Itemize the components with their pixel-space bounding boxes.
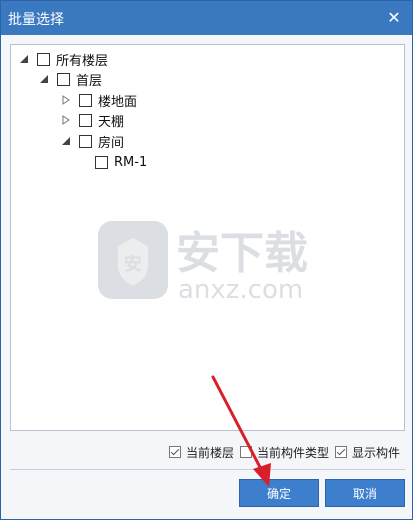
option-checkbox[interactable] — [335, 446, 347, 458]
tree-node-all-floors[interactable]: 所有楼层 — [19, 50, 109, 69]
option-current-component-type[interactable]: 当前构件类型 — [240, 444, 329, 460]
watermark-badge-char: 安 — [124, 253, 142, 275]
collapse-arrow-icon[interactable] — [61, 136, 71, 146]
tree-checkbox[interactable] — [79, 134, 92, 148]
title-bar: 批量选择 ✕ — [1, 1, 412, 35]
tree-checkbox[interactable] — [95, 155, 108, 169]
tree-node-label: 天棚 — [98, 114, 125, 130]
tree-node-rm-1[interactable]: RM-1 — [95, 153, 147, 171]
options-bar: 当前楼层 当前构件类型 显示构件 — [1, 439, 412, 469]
ok-button[interactable]: 确定 — [239, 479, 319, 507]
tree-node-room[interactable]: 房间 — [61, 132, 125, 151]
option-current-floor[interactable]: 当前楼层 — [169, 444, 234, 460]
tree-node-ceiling[interactable]: 天棚 — [61, 111, 125, 130]
watermark-sub-text: anxz.com — [178, 275, 303, 305]
tree-node-floor-surface[interactable]: 楼地面 — [61, 91, 138, 110]
batch-select-dialog: 批量选择 ✕ 所有楼层 首层 楼地面 天棚 房间 RM-1 安 安下载 anxz… — [0, 0, 413, 520]
tree-node-first-floor[interactable]: 首层 — [39, 70, 103, 89]
tree-checkbox[interactable] — [79, 93, 92, 107]
tree-checkbox[interactable] — [79, 113, 92, 127]
dialog-title: 批量选择 — [8, 12, 64, 28]
expand-arrow-icon[interactable] — [61, 115, 71, 125]
tree-node-label: 房间 — [98, 135, 125, 151]
cancel-button[interactable]: 取消 — [325, 479, 405, 507]
tree-checkbox[interactable] — [57, 72, 70, 86]
collapse-arrow-icon[interactable] — [39, 74, 49, 84]
tree-node-label: 首层 — [76, 73, 103, 89]
expand-arrow-icon[interactable] — [61, 95, 71, 105]
watermark-logo: 安 安下载 anxz.com — [98, 221, 308, 305]
tree-checkbox[interactable] — [37, 52, 50, 66]
option-checkbox[interactable] — [240, 446, 252, 458]
option-show-components[interactable]: 显示构件 — [335, 444, 400, 460]
tree-node-label: RM-1 — [114, 154, 148, 170]
option-label: 显示构件 — [352, 445, 401, 460]
close-button[interactable]: ✕ — [382, 6, 406, 30]
option-checkbox[interactable] — [169, 446, 181, 458]
watermark-main-text: 安下载 — [176, 228, 308, 279]
tree-node-label: 所有楼层 — [56, 53, 109, 69]
tree-node-label: 楼地面 — [98, 94, 138, 110]
divider — [10, 469, 405, 470]
option-label: 当前楼层 — [186, 445, 235, 460]
option-label: 当前构件类型 — [257, 445, 330, 460]
collapse-arrow-icon[interactable] — [19, 54, 29, 64]
